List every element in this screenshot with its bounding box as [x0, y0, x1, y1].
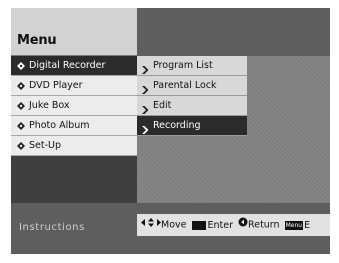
submenu-item-label: Program List — [153, 60, 213, 71]
main-menu-item-set-up[interactable]: Set-Up — [11, 136, 137, 156]
return-hint: Return — [238, 214, 280, 236]
arrow-right-icon — [142, 62, 149, 74]
arrow-right-icon — [142, 122, 149, 134]
header-bar: Menu — [11, 8, 330, 56]
exit-hint-label: E — [304, 219, 311, 231]
diamond-bullet-icon — [17, 62, 25, 70]
submenu-item-parental-lock[interactable]: Parental Lock — [137, 76, 247, 96]
submenu-panel: Program List Parental Lock Edit Recordin… — [137, 56, 330, 203]
submenu-item-recording[interactable]: Recording — [137, 116, 247, 136]
menu-tab: Menu — [11, 8, 137, 56]
main-menu-item-label: DVD Player — [29, 80, 83, 91]
main-menu-item-label: Juke Box — [29, 100, 70, 111]
dvd-menu-screen: Menu Digital Recorder DVD Player Juke Bo… — [11, 8, 330, 254]
main-menu-list: Digital Recorder DVD Player Juke Box Pho… — [11, 56, 137, 203]
menu-key-icon: Menu — [284, 220, 304, 230]
menu-title: Menu — [17, 33, 57, 48]
main-menu-item-label: Digital Recorder — [29, 60, 106, 71]
arrow-right-icon — [142, 82, 149, 94]
main-menu-item-digital-recorder[interactable]: Digital Recorder — [11, 56, 137, 76]
submenu-item-edit[interactable]: Edit — [137, 96, 247, 116]
diamond-bullet-icon — [17, 82, 25, 90]
enter-hint: Enter — [191, 215, 234, 237]
main-menu-item-juke-box[interactable]: Juke Box — [11, 96, 137, 116]
move-hint: Move — [141, 214, 186, 236]
instructions-hints: Move Enter Return Menu E — [137, 214, 330, 236]
arrow-right-icon — [142, 102, 149, 114]
diamond-bullet-icon — [17, 142, 25, 150]
submenu-item-label: Edit — [153, 100, 172, 111]
instructions-label: Instructions — [19, 222, 85, 233]
submenu-item-label: Parental Lock — [153, 80, 217, 91]
main-menu-item-label: Photo Album — [29, 120, 90, 131]
menu-exit-hint: Menu E — [284, 215, 311, 237]
main-menu-item-label: Set-Up — [29, 140, 62, 151]
enter-key-icon — [191, 220, 206, 230]
submenu-item-program-list[interactable]: Program List — [137, 56, 247, 76]
main-menu-item-photo-album[interactable]: Photo Album — [11, 116, 137, 136]
diamond-bullet-icon — [17, 122, 25, 130]
diamond-bullet-icon — [17, 102, 25, 110]
navigation-arrows-icon — [141, 214, 161, 236]
instructions-bar: Instructions Move Enter Return Menu E — [11, 203, 330, 254]
return-key-icon — [238, 214, 248, 236]
return-hint-label: Return — [248, 219, 280, 231]
main-menu-item-dvd-player[interactable]: DVD Player — [11, 76, 137, 96]
move-hint-label: Move — [161, 219, 187, 231]
submenu-item-label: Recording — [153, 120, 201, 131]
enter-hint-label: Enter — [207, 219, 234, 231]
